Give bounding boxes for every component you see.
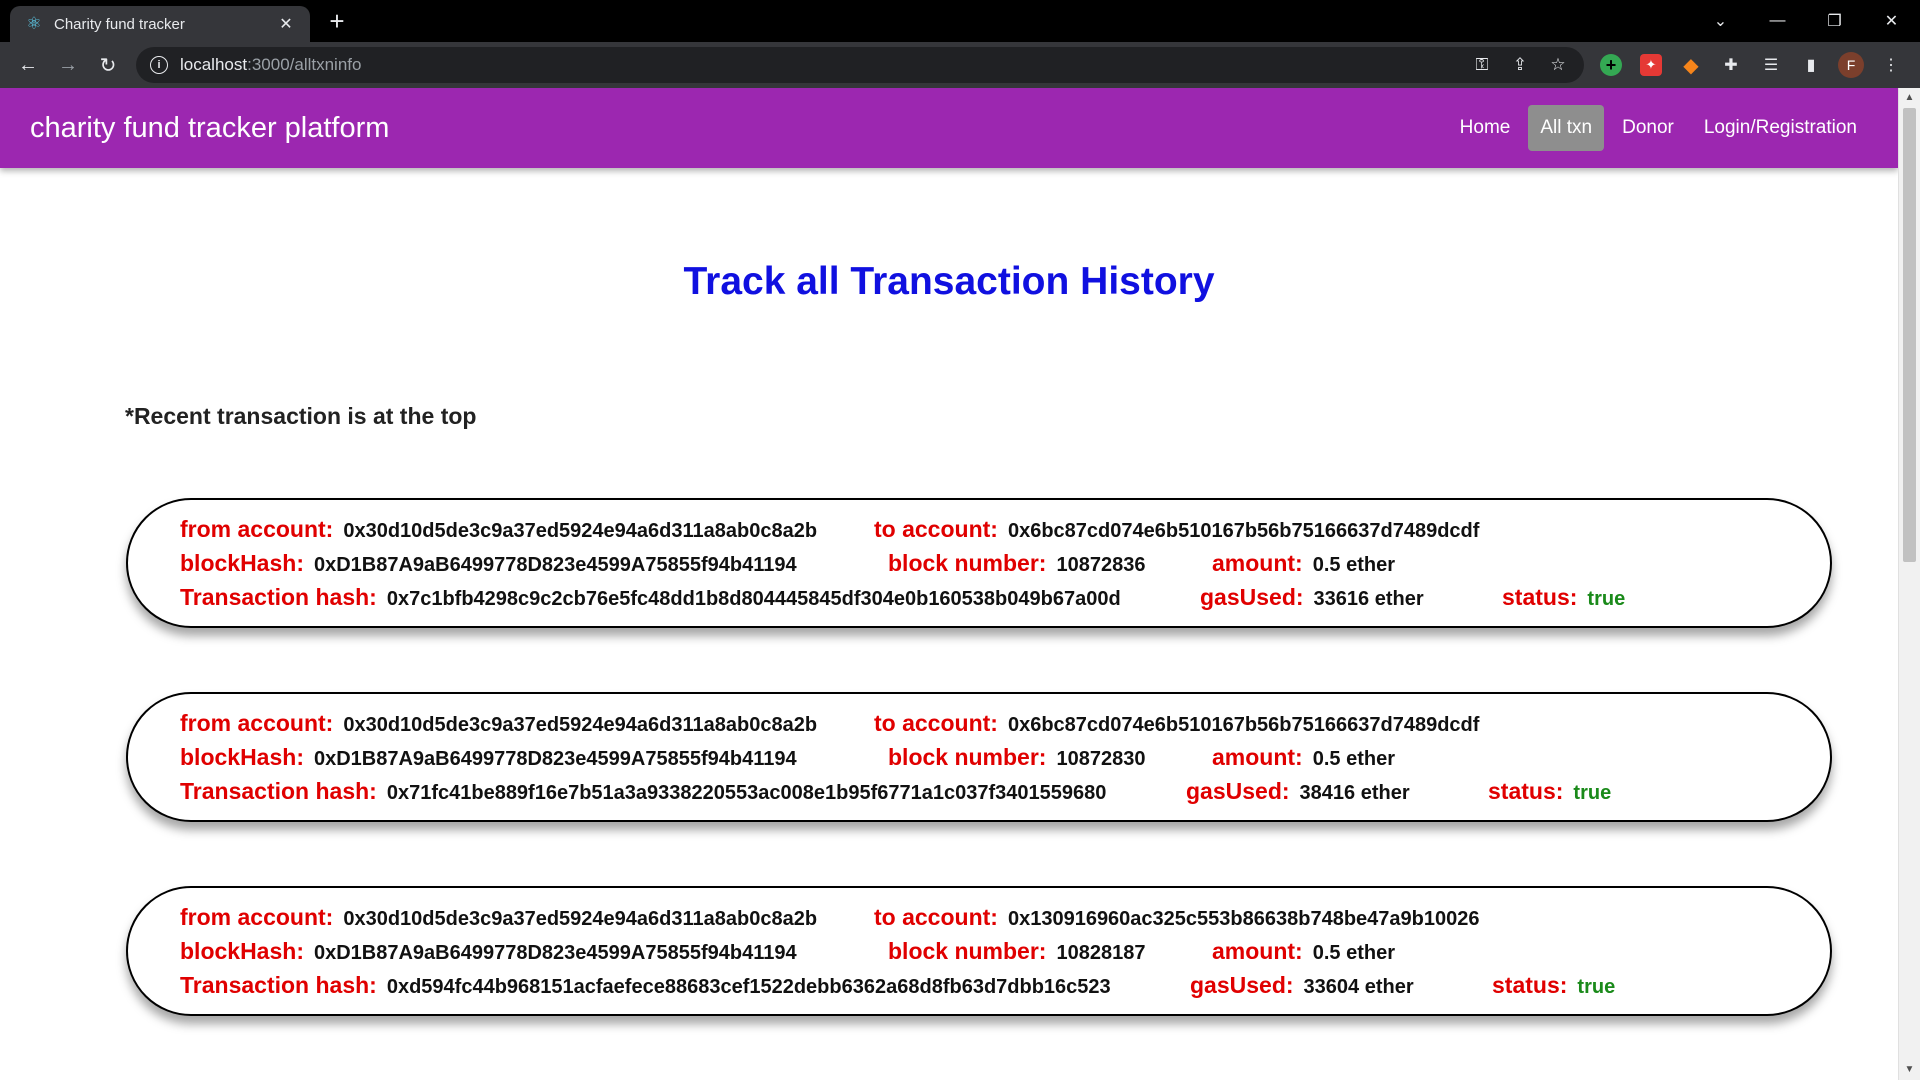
transaction-card: from account: 0x30d10d5de3c9a37ed5924e94a… [126, 692, 1832, 822]
status-value: true [1573, 782, 1612, 804]
red-extension-icon[interactable]: ✦ [1636, 50, 1666, 80]
nav-link-home[interactable]: Home [1448, 105, 1523, 151]
status-value: true [1577, 976, 1616, 998]
block-hash-value: 0xD1B87A9aB6499778D823e4599A75855f94b411… [313, 748, 797, 770]
block-hash-label: blockHash: [180, 550, 304, 576]
block-hash-label: blockHash: [180, 938, 304, 964]
from-account-value: 0x30d10d5de3c9a37ed5924e94a6d311a8ab0c8a… [343, 908, 818, 930]
tx-hash-label: Transaction hash: [180, 778, 377, 804]
puzzle-extensions-icon[interactable]: ✚ [1716, 50, 1746, 80]
close-window-icon[interactable]: ✕ [1863, 0, 1920, 42]
to-account-value: 0x6bc87cd074e6b510167b56b75166637d7489dc… [1007, 714, 1480, 736]
minimize-icon[interactable]: — [1749, 0, 1806, 42]
to-account-value: 0x6bc87cd074e6b510167b56b75166637d7489dc… [1007, 520, 1480, 542]
block-number-label: block number: [888, 938, 1047, 964]
from-account-label: from account: [180, 904, 334, 930]
page-viewport: charity fund tracker platform Home All t… [0, 88, 1920, 1080]
tx-hash-value: 0xd594fc44b968151acfaefece88683cef1522de… [386, 976, 1111, 998]
more-menu-icon[interactable]: ⋮ [1876, 50, 1906, 80]
vertical-scrollbar[interactable]: ▲ ▼ [1898, 88, 1920, 1080]
bookmark-star-icon[interactable]: ☆ [1546, 55, 1570, 75]
from-account-label: from account: [180, 516, 334, 542]
back-icon[interactable]: ← [8, 45, 48, 85]
window-controls: ⌄ — ❐ ✕ [1692, 0, 1920, 42]
tab-title: Charity fund tracker [54, 15, 185, 33]
address-bar[interactable]: i localhost :3000/alltxninfo ⚿ ⇪ ☆ [136, 47, 1584, 83]
scroll-up-arrow-icon[interactable]: ▲ [1899, 88, 1920, 108]
status-label: status: [1492, 972, 1568, 998]
from-account-value: 0x30d10d5de3c9a37ed5924e94a6d311a8ab0c8a… [343, 714, 818, 736]
tx-hash-value: 0x71fc41be889f16e7b51a3a9338220553ac008e… [386, 782, 1107, 804]
to-account-value: 0x130916960ac325c553b86638b748be47a9b100… [1007, 908, 1480, 930]
green-extension-icon[interactable]: + [1596, 50, 1626, 80]
block-hash-value: 0xD1B87A9aB6499778D823e4599A75855f94b411… [313, 942, 797, 964]
tx-hash-value: 0x7c1bfb4298c9c2cb76e5fc48dd1b8d80444584… [386, 588, 1121, 610]
nav-links: Home All txn Donor Login/Registration [1445, 105, 1872, 151]
status-label: status: [1502, 584, 1578, 610]
gas-used-label: gasUsed: [1190, 972, 1294, 998]
transaction-card: from account: 0x30d10d5de3c9a37ed5924e94a… [126, 886, 1832, 1016]
forward-icon[interactable]: → [48, 45, 88, 85]
transaction-card: from account: 0x30d10d5de3c9a37ed5924e94a… [126, 498, 1832, 628]
metamask-fox-icon[interactable]: ◆ [1676, 50, 1706, 80]
gas-used-value: 33616 ether [1313, 588, 1424, 610]
scroll-thumb[interactable] [1903, 108, 1916, 562]
app-navbar: charity fund tracker platform Home All t… [0, 88, 1898, 168]
to-account-label: to account: [874, 904, 998, 930]
block-number-value: 10828187 [1056, 942, 1146, 964]
gas-used-value: 33604 ether [1303, 976, 1414, 998]
scroll-down-arrow-icon[interactable]: ▼ [1899, 1060, 1920, 1080]
browser-toolbar: ← → ↻ i localhost :3000/alltxninfo ⚿ ⇪ ☆… [0, 42, 1920, 88]
block-hash-label: blockHash: [180, 744, 304, 770]
url-path: :3000/alltxninfo [247, 55, 362, 74]
page-title: Track all Transaction History [683, 260, 1215, 303]
amount-label: amount: [1212, 744, 1303, 770]
amount-label: amount: [1212, 938, 1303, 964]
close-tab-icon[interactable]: ✕ [276, 14, 296, 34]
new-tab-icon[interactable]: + [322, 6, 352, 36]
share-icon[interactable]: ⇪ [1508, 55, 1532, 75]
tx-hash-label: Transaction hash: [180, 972, 377, 998]
extensions-area: + ✦ ◆ ✚ ☰ ▮ F ⋮ [1596, 50, 1906, 80]
browser-tabbar: ⚛ Charity fund tracker ✕ + ⌄ — ❐ ✕ [0, 0, 1920, 42]
to-account-label: to account: [874, 516, 998, 542]
block-number-value: 10872830 [1056, 748, 1146, 770]
side-panel-icon[interactable]: ▮ [1796, 50, 1826, 80]
block-number-value: 10872836 [1056, 554, 1146, 576]
brand-title[interactable]: charity fund tracker platform [30, 112, 389, 145]
tab-search-icon[interactable]: ⌄ [1692, 0, 1749, 42]
restore-icon[interactable]: ❐ [1806, 0, 1863, 42]
key-icon[interactable]: ⚿ [1470, 55, 1494, 75]
amount-value: 0.5 ether [1312, 942, 1395, 964]
browser-tab[interactable]: ⚛ Charity fund tracker ✕ [10, 6, 310, 42]
status-value: true [1587, 588, 1626, 610]
gas-used-label: gasUsed: [1186, 778, 1290, 804]
amount-label: amount: [1212, 550, 1303, 576]
gas-used-label: gasUsed: [1200, 584, 1304, 610]
block-number-label: block number: [888, 550, 1047, 576]
to-account-label: to account: [874, 710, 998, 736]
nav-link-login-registration[interactable]: Login/Registration [1692, 105, 1869, 151]
block-number-label: block number: [888, 744, 1047, 770]
reload-icon[interactable]: ↻ [88, 45, 128, 85]
status-label: status: [1488, 778, 1564, 804]
reading-list-icon[interactable]: ☰ [1756, 50, 1786, 80]
from-account-label: from account: [180, 710, 334, 736]
amount-value: 0.5 ether [1312, 748, 1395, 770]
profile-avatar[interactable]: F [1836, 50, 1866, 80]
tx-hash-label: Transaction hash: [180, 584, 377, 610]
nav-link-all-txn[interactable]: All txn [1528, 105, 1605, 151]
block-hash-value: 0xD1B87A9aB6499778D823e4599A75855f94b411… [313, 554, 797, 576]
react-icon: ⚛ [26, 14, 42, 33]
nav-link-donor[interactable]: Donor [1610, 105, 1686, 151]
amount-value: 0.5 ether [1312, 554, 1395, 576]
gas-used-value: 38416 ether [1299, 782, 1410, 804]
recent-note: *Recent transaction is at the top [125, 403, 477, 429]
info-icon[interactable]: i [150, 56, 168, 74]
from-account-value: 0x30d10d5de3c9a37ed5924e94a6d311a8ab0c8a… [343, 520, 818, 542]
url-host: localhost [180, 55, 248, 74]
